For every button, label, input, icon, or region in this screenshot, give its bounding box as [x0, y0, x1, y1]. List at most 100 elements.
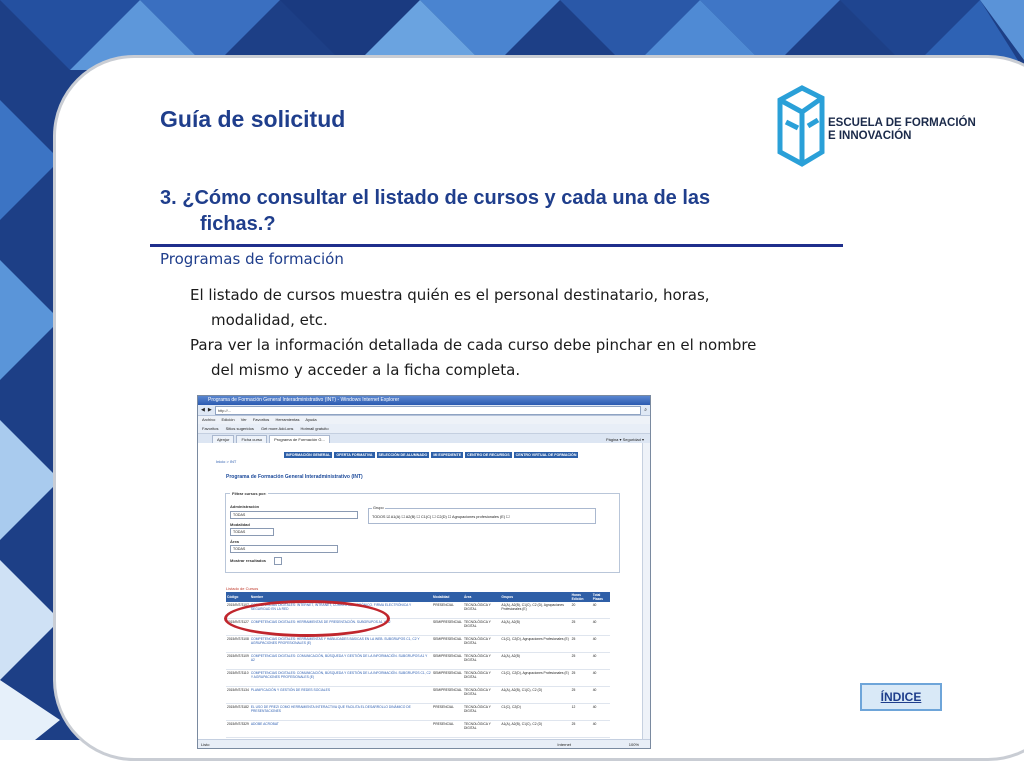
search-icon[interactable]: ⌕ [644, 407, 647, 413]
window-title: Programa de Formación General Interadmin… [198, 396, 650, 405]
zoom-level[interactable]: 100% [629, 740, 639, 748]
nav-item[interactable]: MI EXPEDIENTE [431, 452, 464, 458]
paragraph-1: El listado de cursos muestra quién es el… [190, 283, 856, 333]
group-checkboxes[interactable]: TODOS ☑ A1(A) ☐ A2(B) ☐ C1(C) ☐ C2(D) ☐ … [372, 514, 509, 519]
paragraph-2: Para ver la información detallada de cad… [190, 333, 856, 383]
paragraph-2-line-2: del mismo y acceder a la ficha completa. [211, 361, 521, 379]
course-seats: 40 [591, 703, 610, 721]
table-row: 2015/INT/3134 PLANIFICACIÓN Y GESTIÓN DE … [226, 686, 610, 704]
table-row: 2015/INT/3182 EL USO DE PREZI COMO HERRAM… [226, 703, 610, 721]
course-seats: 40 [591, 720, 610, 738]
logo-text: ESCUELA DE FORMACIÓN E INNOVACIÓN [828, 117, 976, 143]
scrollbar[interactable] [642, 443, 650, 739]
course-area: TECNOLÓGICA Y DIGITAL [462, 635, 501, 653]
course-groups: A1(A), A2(B) [500, 652, 571, 670]
status-text: Listo [201, 742, 210, 747]
course-hours: 20 [570, 602, 592, 619]
course-name[interactable]: ADOBE ACROBAT [249, 720, 433, 738]
paragraph-1-line-1: El listado de cursos muestra quién es el… [190, 286, 710, 304]
menu-item[interactable]: Ver [241, 417, 247, 422]
course-area: TECNOLÓGICA Y DIGITAL [462, 669, 501, 687]
section-heading: 3. ¿Cómo consultar el listado de cursos … [160, 185, 820, 237]
course-groups: A1(A), A2(B), C1(C), C2 (D) [500, 686, 571, 704]
browser-screenshot: Programa de Formación General Interadmin… [197, 395, 651, 749]
area-select[interactable]: TODAS [230, 545, 338, 553]
course-groups: C1(C), C2(D), Agrupaciones Profesionales… [500, 669, 571, 687]
page-title: Programa de Formación General Interadmin… [226, 474, 363, 480]
mode-select[interactable]: TODAS [230, 528, 274, 536]
admin-select[interactable]: TODAS [230, 511, 358, 519]
course-mode: SEMIPRESENCIAL [432, 652, 463, 670]
course-code: 2015/INT/3134 [226, 686, 250, 704]
course-mode: SEMIPRESENCIAL [432, 618, 463, 636]
web-page: INFORMACIÓN GENERAL OFERTA FORMATIVA SEL… [198, 443, 643, 739]
site-nav: INFORMACIÓN GENERAL OFERTA FORMATIVA SEL… [284, 452, 579, 458]
col-header: Área [462, 592, 501, 602]
course-code: 2015/INT/3329 [226, 720, 250, 738]
filter-legend: Filtrar cursos por: [230, 491, 269, 496]
nav-item[interactable]: CENTRO DE RECURSOS [465, 452, 512, 458]
table-row: 2015/INT/3109 COMPETENCIAS DIGITALES: COM… [226, 652, 610, 670]
menu-item[interactable]: Ayuda [305, 417, 316, 422]
url-field[interactable]: http://... [214, 405, 642, 415]
favorites-bar: Favoritos Sitios sugeridos Get more Add-… [198, 424, 650, 434]
logo-line-1: ESCUELA DE FORMACIÓN [828, 117, 976, 129]
course-hours: 25 [570, 652, 592, 670]
favorites-item[interactable]: Favoritos [202, 426, 218, 431]
course-mode: PRESENCIAL [432, 720, 463, 738]
course-groups: C1(C), C2(D) [500, 703, 571, 721]
course-code: 2015/INT/3108 [226, 635, 250, 653]
heading-divider [150, 244, 843, 247]
menu-item[interactable]: Herramientas [275, 417, 299, 422]
course-name[interactable]: COMPETENCIAS DIGITALES: COMUNICACIÓN, BÚ… [249, 652, 433, 670]
course-mode: SEMIPRESENCIAL [432, 635, 463, 653]
course-mode: SEMIPRESENCIAL [432, 686, 463, 704]
course-name[interactable]: PLANIFICACIÓN Y GESTIÓN DE REDES SOCIALE… [249, 686, 433, 704]
course-area: TECNOLÓGICA Y DIGITAL [462, 602, 501, 619]
paragraph-2-line-1: Para ver la información detallada de cad… [190, 336, 757, 354]
col-header: Horas Edición [570, 592, 592, 602]
course-hours: 25 [570, 669, 592, 687]
show-results-label: Mostrar resultados [230, 558, 267, 563]
filter-box: Filtrar cursos por: Administración TODAS… [225, 491, 620, 573]
section-heading-line-1: 3. ¿Cómo consultar el listado de cursos … [160, 187, 711, 209]
favorites-item[interactable]: Sitios sugeridos [226, 426, 254, 431]
index-button[interactable]: ÍNDICE [860, 683, 942, 711]
course-mode: PRESENCIAL [432, 602, 463, 619]
back-icon[interactable]: ◀ [201, 407, 205, 413]
zone-indicator: Internet [557, 742, 571, 747]
menu-item[interactable]: Favoritos [253, 417, 269, 422]
col-header: Total Plazas [591, 592, 610, 602]
group-box: Grupo TODOS ☑ A1(A) ☐ A2(B) ☐ C1(C) ☐ C2… [368, 506, 596, 524]
subheading: Programas de formación [160, 250, 344, 268]
highlight-oval [224, 600, 390, 637]
slide-title: Guía de solicitud [160, 106, 346, 132]
nav-item[interactable]: OFERTA FORMATIVA [334, 452, 375, 458]
course-hours: 25 [570, 618, 592, 636]
breadcrumb[interactable]: Inicio > INT [216, 459, 236, 464]
favorites-item[interactable]: Hotmail gratuito [301, 426, 329, 431]
show-results-button[interactable] [274, 557, 282, 565]
nav-item[interactable]: SELECCIÓN DE ALUMNADO [376, 452, 430, 458]
course-seats: 40 [591, 669, 610, 687]
course-code: 2015/INT/3109 [226, 652, 250, 670]
course-groups: A1(A), A2(B), C1(C), C2 (D), Agrupacione… [500, 602, 571, 619]
course-area: TECNOLÓGICA Y DIGITAL [462, 703, 501, 721]
course-name[interactable]: COMPETENCIAS DIGITALES: HERRAMIENTAS Y H… [249, 635, 433, 653]
forward-icon[interactable]: ▶ [208, 407, 212, 413]
favorites-item[interactable]: Get more Add-ons [261, 426, 293, 431]
nav-item[interactable]: INFORMACIÓN GENERAL [284, 452, 333, 458]
admin-label: Administración [230, 504, 260, 509]
menu-item[interactable]: Edición [221, 417, 234, 422]
course-name[interactable]: COMPETENCIAS DIGITALES: COMUNICACIÓN, BÚ… [249, 669, 433, 687]
menu-item[interactable]: Archivo [202, 417, 215, 422]
course-seats: 40 [591, 652, 610, 670]
col-header: Grupos [500, 592, 571, 602]
course-name[interactable]: EL USO DE PREZI COMO HERRAMIENTA INTERAC… [249, 703, 433, 721]
course-seats: 40 [591, 635, 610, 653]
course-seats: 40 [591, 686, 610, 704]
col-header: Modalidad [432, 592, 463, 602]
table-row: 2015/INT/3110 COMPETENCIAS DIGITALES: COM… [226, 669, 610, 687]
nav-item[interactable]: CENTRO VIRTUAL DE FORMACIÓN [513, 452, 579, 458]
course-seats: 40 [591, 602, 610, 619]
